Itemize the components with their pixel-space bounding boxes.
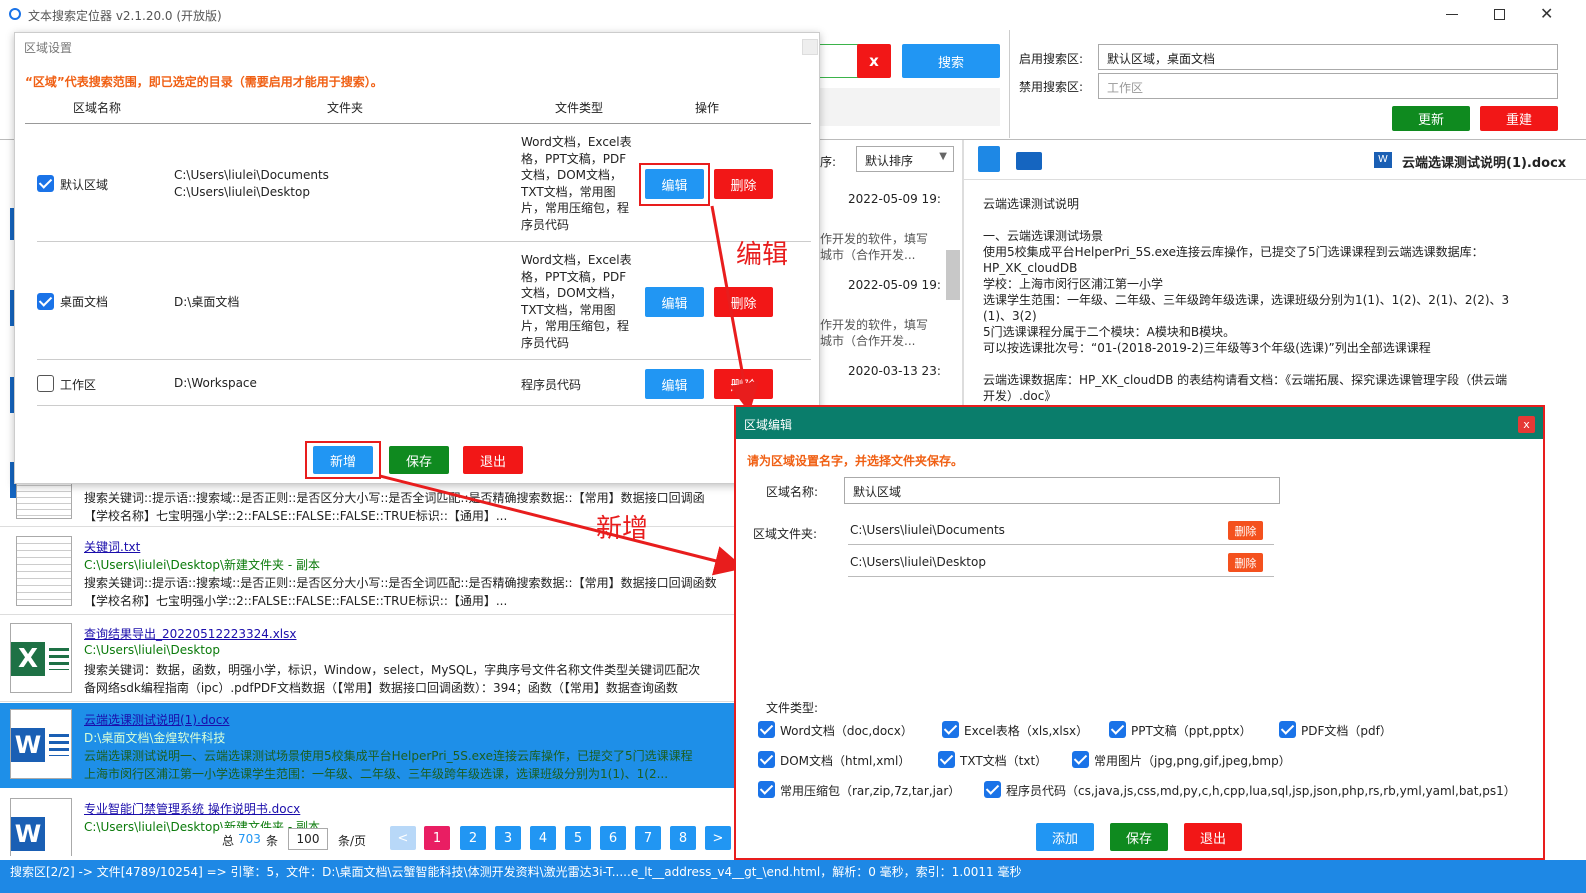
dialog-header: 区域编辑 x — [736, 407, 1543, 439]
dialog-hint: 请为区域设置名字，并选择文件夹保存。 — [747, 454, 964, 468]
type-checkbox-image[interactable] — [1072, 751, 1089, 768]
dialog-title: 区域编辑 — [744, 418, 793, 432]
type-label: Word文档（doc,docx） — [780, 724, 913, 738]
type-checkbox-ppt[interactable] — [1109, 721, 1126, 738]
folder-path: C:\Users\liulei\Desktop — [850, 555, 986, 569]
folder-entry: C:\Users\liulei\Documents 删除 — [848, 515, 1274, 545]
folder-entry: C:\Users\liulei\Desktop 删除 — [848, 547, 1274, 577]
type-checkbox-txt[interactable] — [938, 751, 955, 768]
dialog-close-button[interactable]: x — [1518, 416, 1535, 433]
region-folder-label: 区域文件夹: — [753, 527, 818, 541]
region-name-input[interactable]: 默认区域 — [844, 477, 1280, 504]
region-name-label: 区域名称: — [766, 485, 819, 499]
type-checkbox-pdf[interactable] — [1279, 721, 1296, 738]
region-name-value: 默认区域 — [853, 485, 902, 499]
edit-annotation: 编辑 — [736, 240, 789, 270]
folder-delete-button[interactable]: 删除 — [1228, 553, 1263, 572]
type-label: Excel表格（xls,xlsx） — [964, 724, 1089, 738]
add-arrow — [379, 474, 745, 576]
type-checkbox-code[interactable] — [984, 781, 1001, 798]
type-checkbox-archive[interactable] — [758, 781, 775, 798]
folder-delete-button[interactable]: 删除 — [1228, 521, 1263, 540]
exit-button[interactable]: 退出 — [1184, 823, 1242, 851]
region-edit-dialog: 区域编辑 x 请为区域设置名字，并选择文件夹保存。 区域名称: 默认区域 区域文… — [734, 405, 1545, 860]
file-types-label: 文件类型: — [766, 701, 819, 715]
type-checkbox-dom[interactable] — [758, 751, 775, 768]
add-annotation: 新增 — [596, 514, 649, 544]
type-label: DOM文档（html,xml） — [780, 754, 911, 768]
save-button[interactable]: 保存 — [1110, 823, 1168, 851]
type-label: PPT文稿（ppt,pptx） — [1131, 724, 1252, 738]
type-label: 常用压缩包（rar,zip,7z,tar,jar） — [780, 784, 961, 798]
type-label: TXT文档（txt） — [960, 754, 1048, 768]
type-checkbox-word[interactable] — [758, 721, 775, 738]
type-checkbox-excel[interactable] — [942, 721, 959, 738]
type-label: PDF文档（pdf） — [1301, 724, 1392, 738]
type-label: 常用图片（jpg,png,gif,jpeg,bmp） — [1094, 754, 1291, 768]
folder-path: C:\Users\liulei\Documents — [850, 523, 1005, 537]
add-folder-button[interactable]: 添加 — [1036, 823, 1094, 851]
type-label: 程序员代码（cs,java,js,css,md,py,c,h,cpp,lua,s… — [1006, 784, 1516, 798]
